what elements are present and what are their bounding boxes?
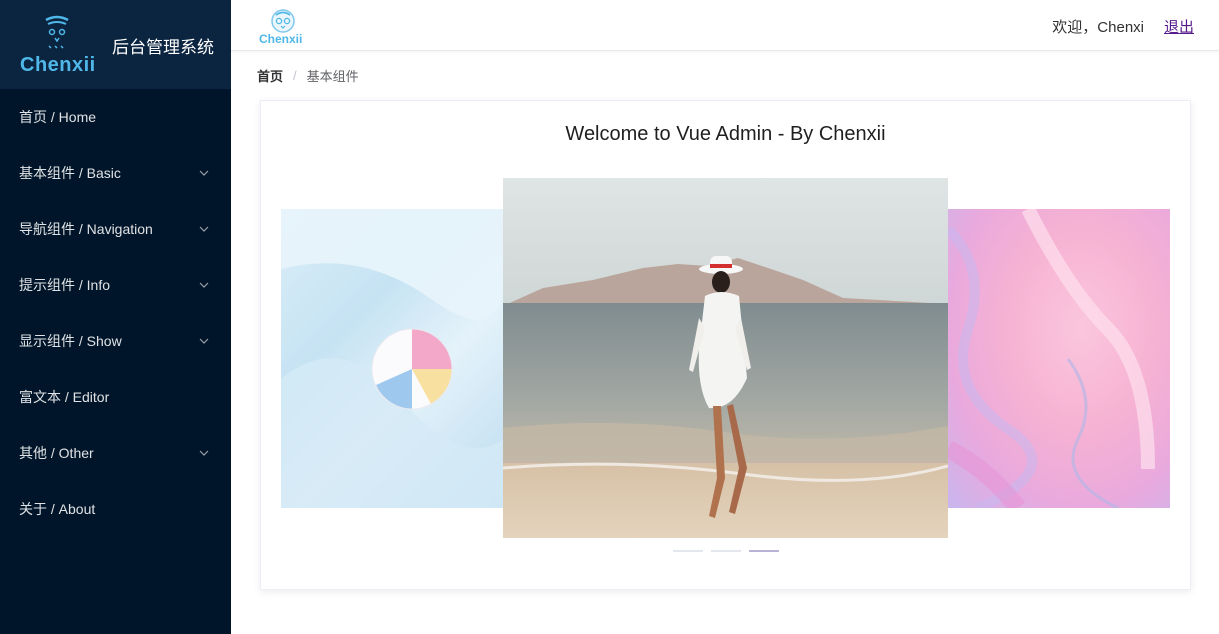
breadcrumb-separator: / (293, 68, 297, 83)
top-bar: Chenxii 欢迎，Chenxi 退出 (231, 0, 1219, 51)
sidebar-item-label: 提示组件 / Info (19, 277, 111, 293)
breadcrumb-current: 基本组件 (306, 69, 359, 84)
sidebar-item-label: 导航组件 / Navigation (19, 221, 153, 237)
beach-woman-image (503, 178, 948, 538)
sidebar: Chenxii 后台管理系统 首页 / Home 基本组件 / Basic 导航… (0, 0, 231, 634)
sidebar-item-navigation[interactable]: 导航组件 / Navigation (0, 201, 231, 257)
sidebar-item-label: 富文本 / Editor (19, 389, 110, 405)
carousel-indicator[interactable] (711, 550, 741, 552)
carousel-indicators (673, 550, 779, 552)
carousel-slide-active[interactable] (503, 178, 948, 538)
carousel-slide-next[interactable] (948, 209, 1170, 508)
sidebar-item-label: 其他 / Other (19, 445, 94, 461)
sidebar-item-home[interactable]: 首页 / Home (0, 89, 231, 145)
sidebar-item-editor[interactable]: 富文本 / Editor (0, 369, 231, 425)
brand-wordmark: Chenxii (20, 54, 96, 76)
carousel-indicator-active[interactable] (749, 550, 779, 552)
chevron-down-icon (199, 170, 209, 176)
chevron-down-icon (199, 338, 209, 344)
image-carousel (281, 178, 1170, 553)
sidebar-menu: 首页 / Home 基本组件 / Basic 导航组件 / Navigation… (0, 89, 231, 537)
breadcrumb-home[interactable]: 首页 (257, 66, 283, 85)
sidebar-header: Chenxii 后台管理系统 (0, 0, 231, 89)
page-title: Welcome to Vue Admin - By Chenxii (565, 123, 886, 145)
sidebar-item-show[interactable]: 显示组件 / Show (0, 313, 231, 369)
sidebar-item-label: 首页 / Home (19, 109, 97, 125)
pink-marble-image (948, 209, 1155, 508)
main-card: Welcome to Vue Admin - By Chenxii (260, 100, 1191, 590)
sidebar-item-label: 显示组件 / Show (19, 333, 122, 349)
sidebar-item-basic[interactable]: 基本组件 / Basic (0, 145, 231, 201)
breadcrumb: 首页 / 基本组件 (257, 66, 359, 85)
sidebar-item-label: 关于 / About (19, 501, 96, 517)
sidebar-item-info[interactable]: 提示组件 / Info (0, 257, 231, 313)
carousel-slide-prev[interactable] (281, 209, 504, 508)
logout-link[interactable]: 退出 (1164, 16, 1194, 37)
system-title: 后台管理系统 (112, 38, 214, 57)
chevron-down-icon (199, 450, 209, 456)
sidebar-item-other[interactable]: 其他 / Other (0, 425, 231, 481)
sidebar-item-label: 基本组件 / Basic (19, 165, 121, 181)
beach-ball-image (281, 209, 504, 508)
welcome-text: 欢迎，Chenxi (1052, 19, 1144, 36)
chevron-down-icon (199, 226, 209, 232)
sidebar-item-about[interactable]: 关于 / About (0, 481, 231, 537)
chevron-down-icon (199, 282, 209, 288)
header-wordmark: Chenxii (259, 32, 303, 46)
carousel-indicator[interactable] (673, 550, 703, 552)
